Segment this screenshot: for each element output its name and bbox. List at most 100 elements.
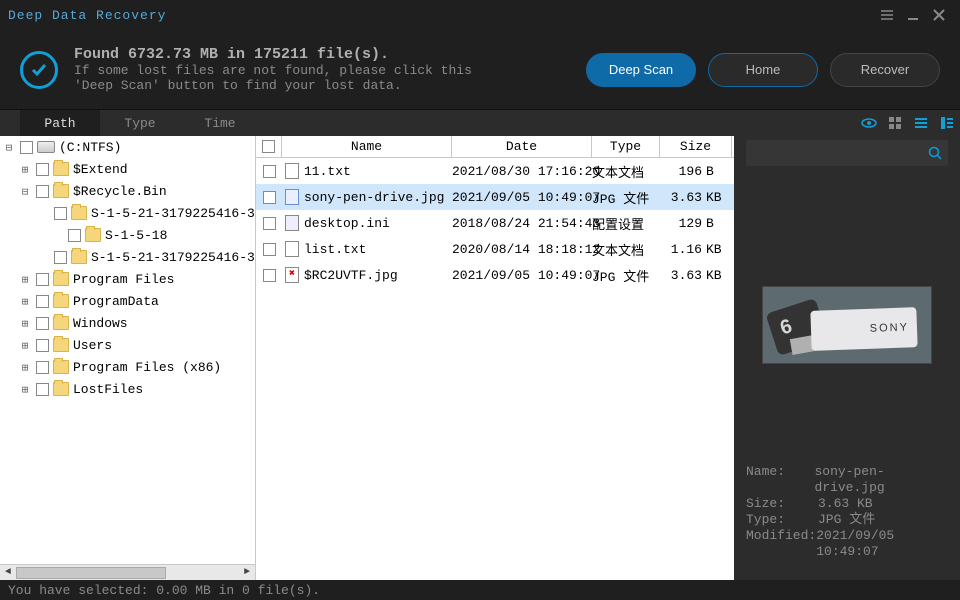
tree-item-label[interactable]: Users	[73, 338, 112, 353]
recover-button[interactable]: Recover	[830, 53, 940, 87]
select-all-checkbox[interactable]	[262, 140, 275, 153]
expand-toggle-icon[interactable]: ⊟	[2, 136, 16, 158]
menu-icon[interactable]	[874, 2, 900, 28]
tree-item-label[interactable]: Program Files	[73, 272, 174, 287]
detail-type-value: JPG 文件	[818, 512, 875, 528]
file-row[interactable]: sony-pen-drive.jpg2021/09/05 10:49:07JPG…	[256, 184, 734, 210]
search-icon[interactable]	[922, 146, 948, 160]
search-bar[interactable]	[746, 140, 948, 166]
scan-summary: Found 6732.73 MB in 175211 file(s). If s…	[74, 46, 574, 93]
column-type[interactable]: Type	[592, 136, 660, 158]
text-file-icon	[285, 241, 299, 257]
file-size-num: 129	[660, 216, 706, 231]
folder-icon	[71, 206, 87, 220]
tree-checkbox[interactable]	[36, 273, 49, 286]
minimize-icon[interactable]	[900, 2, 926, 28]
file-checkbox[interactable]	[263, 243, 276, 256]
scroll-left-icon[interactable]: ◄	[0, 565, 16, 581]
folder-icon	[53, 382, 69, 396]
expand-toggle-icon[interactable]: ⊞	[18, 356, 32, 378]
file-size-unit: B	[706, 164, 732, 179]
tree-checkbox[interactable]	[54, 207, 67, 220]
file-row[interactable]: ✖$RC2UVTF.jpg2021/09/05 10:49:07JPG 文件3.…	[256, 262, 734, 288]
detail-name-label: Name:	[746, 464, 814, 496]
tree-hscrollbar[interactable]: ◄ ►	[0, 564, 255, 580]
file-size-unit: KB	[706, 190, 732, 205]
tree-checkbox[interactable]	[20, 141, 33, 154]
preview-cap-text: 6	[777, 315, 795, 340]
tree-item-label[interactable]: LostFiles	[73, 382, 143, 397]
tree-item-label[interactable]: S-1-5-21-3179225416-36	[91, 250, 255, 265]
folder-icon	[53, 162, 69, 176]
file-name: list.txt	[302, 242, 452, 257]
tree-root-label[interactable]: (C:NTFS)	[59, 140, 121, 155]
file-date: 2021/09/05 10:49:07	[452, 190, 592, 205]
tree-spacer	[50, 224, 64, 246]
expand-toggle-icon[interactable]: ⊞	[18, 312, 32, 334]
file-name: desktop.ini	[302, 216, 452, 231]
tree-checkbox[interactable]	[36, 361, 49, 374]
file-type: JPG 文件	[592, 188, 660, 207]
file-date: 2018/08/24 21:54:43	[452, 216, 592, 231]
summary-line3: 'Deep Scan' button to find your lost dat…	[74, 78, 574, 93]
tree-checkbox[interactable]	[68, 229, 81, 242]
close-icon[interactable]	[926, 2, 952, 28]
file-type: 文本文档	[592, 162, 660, 181]
tree-checkbox[interactable]	[54, 251, 67, 264]
tree-item-label[interactable]: S-1-5-18	[105, 228, 167, 243]
file-row[interactable]: desktop.ini2018/08/24 21:54:43配置设置129 B	[256, 210, 734, 236]
folder-icon	[53, 272, 69, 286]
tree-checkbox[interactable]	[36, 185, 49, 198]
column-date[interactable]: Date	[452, 136, 592, 158]
tree-checkbox[interactable]	[36, 339, 49, 352]
scroll-thumb[interactable]	[16, 567, 166, 579]
file-checkbox[interactable]	[263, 165, 276, 178]
list-view-icon[interactable]	[908, 110, 934, 136]
detail-modified-value: 2021/09/05 10:49:07	[816, 528, 948, 560]
tree-checkbox[interactable]	[36, 163, 49, 176]
preview-toggle-icon[interactable]	[856, 110, 882, 136]
detail-view-icon[interactable]	[934, 110, 960, 136]
deep-scan-button[interactable]: Deep Scan	[586, 53, 696, 87]
file-details: Name:sony-pen-drive.jpg Size:3.63 KB Typ…	[746, 464, 948, 560]
expand-toggle-icon[interactable]: ⊞	[18, 268, 32, 290]
file-type: JPG 文件	[592, 266, 660, 285]
tree-checkbox[interactable]	[36, 295, 49, 308]
detail-modified-label: Modified:	[746, 528, 816, 560]
tree-item-label[interactable]: S-1-5-21-3179225416-36	[91, 206, 255, 221]
file-row[interactable]: 11.txt2021/08/30 17:16:20文本文档196 B	[256, 158, 734, 184]
expand-toggle-icon[interactable]: ⊞	[18, 290, 32, 312]
file-row[interactable]: list.txt2020/08/14 18:18:12文本文档1.16KB	[256, 236, 734, 262]
folder-icon	[71, 250, 87, 264]
tree-item-label[interactable]: Windows	[73, 316, 128, 331]
expand-toggle-icon[interactable]: ⊞	[18, 378, 32, 400]
file-list[interactable]: Name Date Type Size 11.txt2021/08/30 17:…	[256, 136, 734, 580]
scroll-right-icon[interactable]: ►	[239, 565, 255, 581]
column-name[interactable]: Name	[282, 136, 452, 158]
tree-item-label[interactable]: ProgramData	[73, 294, 159, 309]
detail-name-value: sony-pen-drive.jpg	[814, 464, 948, 496]
file-size-num: 3.63	[660, 190, 706, 205]
detail-size-value: 3.63 KB	[818, 496, 873, 512]
tree-item-label[interactable]: $Extend	[73, 162, 128, 177]
tree-item-label[interactable]: Program Files (x86)	[73, 360, 221, 375]
expand-toggle-icon[interactable]: ⊞	[18, 158, 32, 180]
folder-tree[interactable]: ⊟ (C:NTFS) ⊞ $Extend ⊟ $Recycle.Bin	[0, 136, 256, 580]
grid-view-icon[interactable]	[882, 110, 908, 136]
tab-type[interactable]: Type	[100, 110, 180, 136]
file-checkbox[interactable]	[263, 269, 276, 282]
file-checkbox[interactable]	[263, 191, 276, 204]
column-size[interactable]: Size	[660, 136, 732, 158]
tab-strip: Path Type Time	[0, 110, 960, 136]
tree-checkbox[interactable]	[36, 317, 49, 330]
expand-toggle-icon[interactable]: ⊟	[18, 180, 32, 202]
tab-time[interactable]: Time	[180, 110, 260, 136]
home-button[interactable]: Home	[708, 53, 818, 87]
tree-item-label[interactable]: $Recycle.Bin	[73, 184, 167, 199]
expand-toggle-icon[interactable]: ⊞	[18, 334, 32, 356]
folder-icon	[53, 338, 69, 352]
file-size-num: 196	[660, 164, 706, 179]
file-checkbox[interactable]	[263, 217, 276, 230]
tree-checkbox[interactable]	[36, 383, 49, 396]
tab-path[interactable]: Path	[20, 110, 100, 136]
